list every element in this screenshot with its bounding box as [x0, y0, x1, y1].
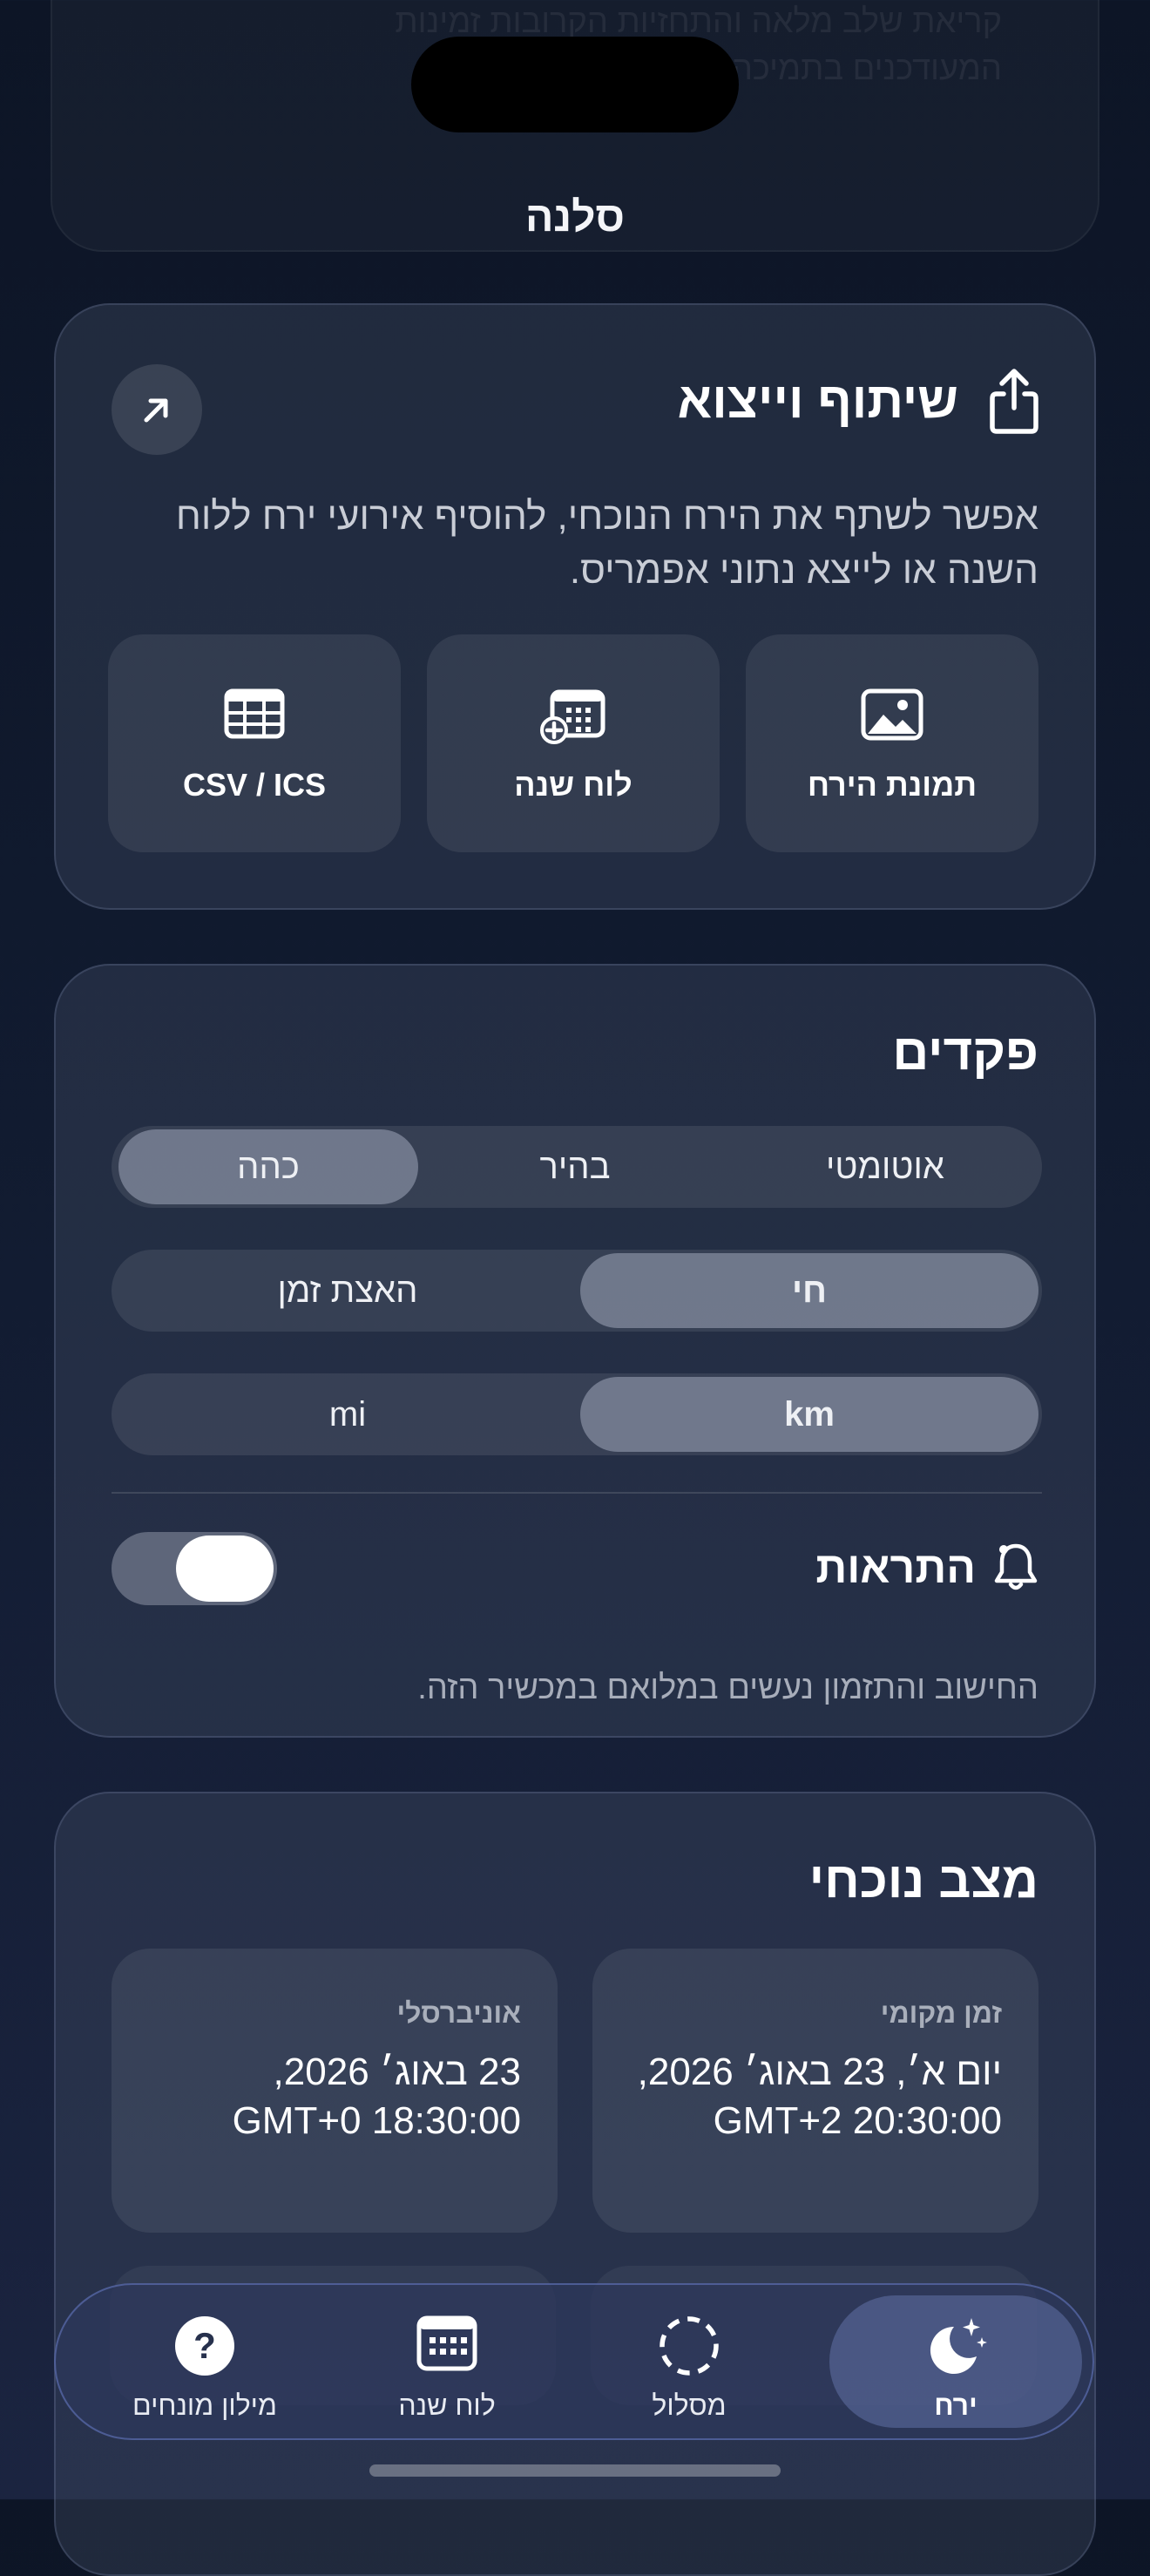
- divider: [112, 1492, 1042, 1494]
- orbit-dashed-circle-icon: [660, 2316, 719, 2376]
- calendar-button[interactable]: לוח שנה: [427, 634, 720, 852]
- toggle-knob: [176, 1535, 274, 1602]
- tab-bar: ירח מסלול לוח שנה ? מילון מונחים: [54, 2283, 1094, 2440]
- moon-stars-icon: [930, 2318, 987, 2374]
- units-option-km[interactable]: km: [580, 1377, 1038, 1452]
- mode-option-live[interactable]: חי: [580, 1253, 1038, 1328]
- units-segmented-control: km mi: [112, 1373, 1042, 1455]
- local-time-label: זמן מקומי: [880, 1997, 1002, 2029]
- tab-glossary[interactable]: ? מילון מונחים: [78, 2285, 331, 2438]
- status-card-title: מצב נוכחי: [808, 1852, 1038, 1908]
- mode-segmented-control: חי האצת זמן: [112, 1250, 1042, 1332]
- csv-ics-label: CSV / ICS: [182, 767, 327, 803]
- moon-image-button[interactable]: תמונת הירח: [746, 634, 1038, 852]
- universal-time-tile: אוניברסלי 23 באוג׳ 2026, 18:30:00 GMT+0: [112, 1949, 558, 2233]
- local-time-value: יום א׳, 23 באוג׳ 2026, 20:30:00 GMT+2: [637, 2051, 1002, 2142]
- tab-glossary-label: מילון מונחים: [132, 2390, 277, 2421]
- calendar-icon: [416, 2315, 477, 2371]
- theme-option-light[interactable]: בהיר: [422, 1129, 728, 1204]
- mode-option-time-lapse[interactable]: האצת זמן: [118, 1253, 577, 1328]
- image-icon: [861, 688, 923, 741]
- share-export-card: שיתוף וייצוא אפשר לשתף את הירח הנוכחי, ל…: [54, 303, 1096, 910]
- svg-text:?: ?: [193, 2325, 216, 2366]
- current-status-card: מצב נוכחי זמן מקומי יום א׳, 23 באוג׳ 202…: [54, 1792, 1096, 2576]
- controls-card: פקדים אוטומטי בהיר כהה חי האצת זמן km mi…: [54, 964, 1096, 1738]
- universal-time-label: אוניברסלי: [396, 1997, 521, 2029]
- home-indicator: [369, 2464, 781, 2477]
- bell-icon: [994, 1543, 1038, 1590]
- moon-image-label: תמונת הירח: [807, 767, 978, 803]
- share-card-title: שיתוף וייצוא: [677, 372, 958, 429]
- universal-time-value: 23 באוג׳ 2026, 18:30:00 GMT+0: [232, 2051, 521, 2142]
- table-icon: [224, 688, 285, 739]
- calendar-label: לוח שנה: [514, 767, 632, 803]
- arrow-up-right-icon: [144, 398, 168, 423]
- notifications-label: התראות: [815, 1543, 976, 1592]
- app-title: סלנה: [524, 194, 626, 241]
- notifications-toggle[interactable]: [112, 1532, 277, 1605]
- tab-moon[interactable]: ירח: [829, 2295, 1082, 2428]
- theme-segmented-control: אוטומטי בהיר כהה: [112, 1126, 1042, 1208]
- tab-orbit[interactable]: מסלול: [563, 2285, 815, 2438]
- share-icon: [990, 369, 1038, 434]
- on-device-note: החישוב והתזמון נעשים במלואם במכשיר הזה.: [417, 1670, 1038, 1706]
- theme-option-dark[interactable]: כהה: [118, 1129, 418, 1204]
- theme-option-auto[interactable]: אוטומטי: [732, 1129, 1038, 1204]
- question-circle-icon: ?: [175, 2316, 234, 2376]
- tab-calendar[interactable]: לוח שנה: [321, 2285, 573, 2438]
- calendar-add-icon: [540, 689, 605, 744]
- local-time-tile: זמן מקומי יום א׳, 23 באוג׳ 2026, 20:30:0…: [592, 1949, 1038, 2233]
- tab-calendar-label: לוח שנה: [398, 2390, 496, 2421]
- controls-card-title: פקדים: [892, 1024, 1038, 1081]
- tab-moon-label: ירח: [934, 2390, 978, 2421]
- share-description: אפשר לשתף את הירח הנוכחי, להוסיף אירועי …: [175, 495, 1038, 592]
- tab-orbit-label: מסלול: [652, 2390, 727, 2421]
- faded-card-line: קריאת שלב מלאה והתחזיות הקרובות זמינות: [395, 3, 1002, 40]
- csv-ics-button[interactable]: CSV / ICS: [108, 634, 401, 852]
- dynamic-island: [411, 37, 739, 132]
- expand-button[interactable]: [112, 364, 202, 455]
- units-option-mi[interactable]: mi: [118, 1377, 577, 1452]
